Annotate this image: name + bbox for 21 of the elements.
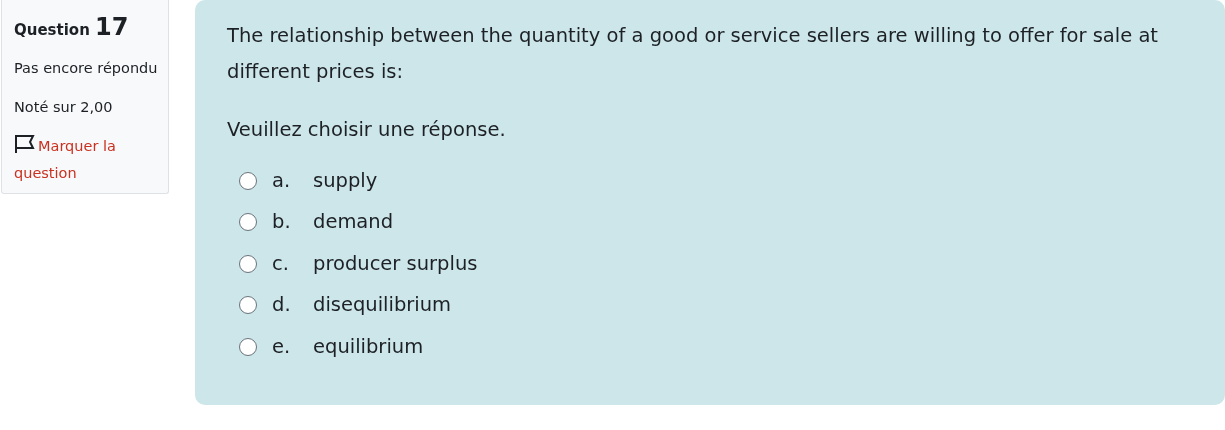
option-label[interactable]: producer surplus [313,245,478,282]
option-label[interactable]: equilibrium [313,328,424,365]
option-label[interactable]: supply [313,162,378,199]
option-label[interactable]: demand [313,204,394,241]
option-letter: d. [272,292,292,319]
option-letter: a. [272,167,292,194]
radio-button[interactable] [239,254,257,273]
radio-button[interactable] [239,296,257,315]
option-label[interactable]: disequilibrium [313,287,452,324]
flag-question-link[interactable]: Marquer la question [14,133,161,187]
radio-button[interactable] [239,337,257,356]
radio-button[interactable] [239,213,257,232]
question-status: Pas encore répondu [14,59,159,78]
answer-prompt: Veuillez choisir une réponse. [227,117,507,143]
option-letter: b. [272,209,292,236]
option-letter: c. [272,250,290,277]
radio-button[interactable] [239,171,257,190]
question-text: The relationship between the quantity of a good or service sellers are willing to offer for sale at different prices is: [227,23,1159,85]
question-grade: Noté sur 2,00 [14,98,114,117]
question-number: Question 17 [14,14,130,43]
option-letter: e. [272,333,292,360]
